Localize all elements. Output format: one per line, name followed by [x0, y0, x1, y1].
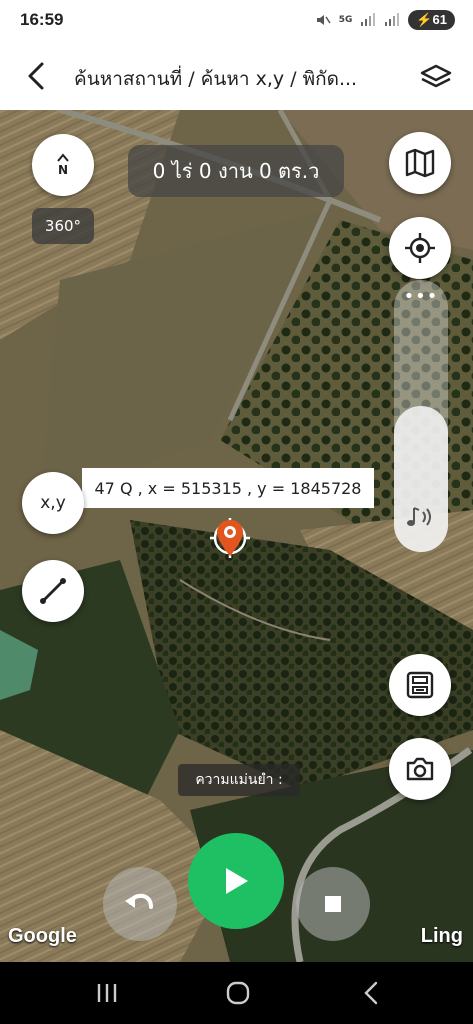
camera-button[interactable] [389, 738, 451, 800]
xy-button-label: x,y [40, 493, 66, 513]
map-icon [405, 148, 435, 178]
area-display: 0 ไร่ 0 งาน 0 ตร.ว [128, 145, 344, 197]
rotation-label: 360° [32, 208, 94, 244]
map-type-button[interactable] [389, 132, 451, 194]
coordinate-label: 47 Q , x = 515315 , y = 1845728 [82, 468, 374, 508]
network-type: 5G [338, 15, 353, 25]
status-bar: 16:59 5G ⚡61 [0, 0, 473, 44]
locate-button[interactable] [389, 217, 451, 279]
compass-arrow-icon [57, 153, 69, 162]
search-title[interactable]: ค้นหาสถานที่ / ค้นหา x,y / พิกัด... [74, 64, 384, 94]
signal-icon [361, 13, 376, 26]
ruler-icon [40, 578, 66, 604]
play-icon [226, 868, 248, 894]
battery-badge: ⚡61 [408, 10, 455, 30]
app-bar: ค้นหาสถานที่ / ค้นหา x,y / พิกัด... [0, 44, 473, 110]
status-time: 16:59 [20, 10, 64, 29]
undo-icon [125, 893, 153, 909]
compass-letter: N [57, 163, 69, 177]
stop-icon [325, 896, 341, 912]
slider-menu[interactable]: ••• [394, 286, 448, 307]
volume-icon [407, 507, 431, 526]
stop-button[interactable] [296, 867, 370, 941]
signal-icon-2 [385, 13, 400, 26]
map-view[interactable]: 0 ไร่ 0 งาน 0 ตร.ว N 360° ••• 47 Q , x =… [0, 110, 473, 962]
xy-button[interactable]: x,y [22, 472, 84, 534]
volume-slider[interactable]: ••• [394, 280, 448, 552]
pin-icon[interactable] [202, 510, 262, 570]
back-arrow-icon[interactable] [22, 59, 52, 93]
measure-line-button[interactable] [22, 560, 84, 622]
recent-apps-icon[interactable] [94, 982, 120, 1004]
nav-back-icon[interactable] [360, 980, 384, 1006]
status-icons: 5G ⚡61 [315, 10, 455, 30]
accuracy-label: ความแม่นยำ : [178, 764, 300, 796]
layers-icon[interactable] [419, 61, 453, 93]
locate-icon [405, 233, 435, 263]
save-button[interactable] [389, 654, 451, 716]
camera-icon [406, 757, 434, 781]
undo-button[interactable] [103, 867, 177, 941]
system-nav-bar [0, 962, 473, 1024]
battery-level: 61 [432, 12, 447, 27]
google-attribution: Google [8, 925, 77, 947]
save-icon [406, 671, 434, 699]
play-button[interactable] [188, 833, 284, 929]
compass-button[interactable]: N [32, 134, 94, 196]
home-icon[interactable] [225, 980, 251, 1006]
watermark: Ling [420, 925, 463, 947]
mute-icon [316, 15, 331, 25]
